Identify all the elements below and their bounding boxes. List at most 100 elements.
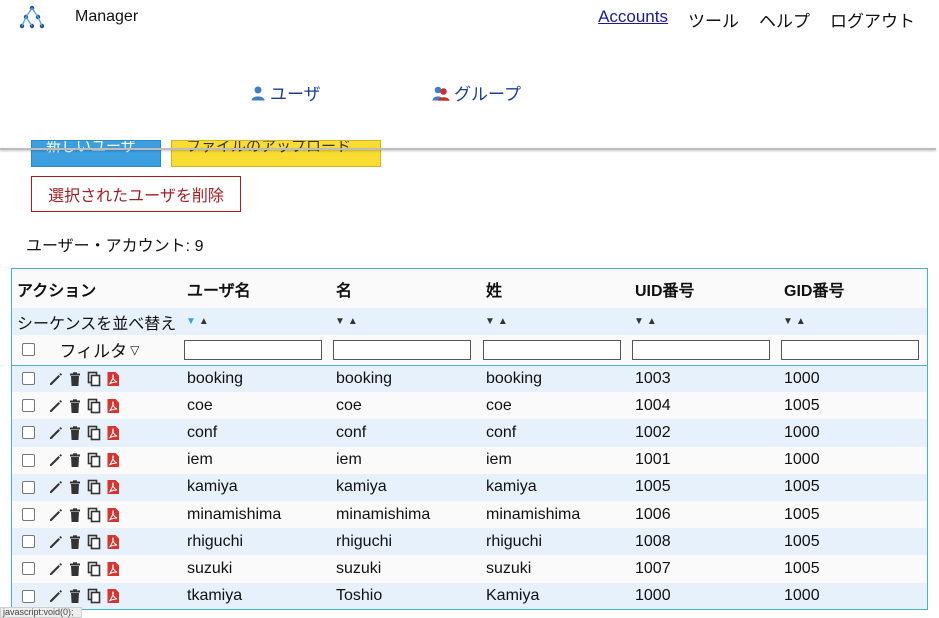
- copy-icon[interactable]: [86, 425, 102, 441]
- sort-asc-icon[interactable]: ▲: [498, 316, 511, 327]
- nav-tools-link[interactable]: ツール: [688, 7, 739, 32]
- sort-desc-icon[interactable]: ▼: [783, 316, 796, 327]
- logo-icon[interactable]: [19, 5, 45, 29]
- delete-selected-users-button[interactable]: 選択されたユーザを削除: [31, 176, 241, 212]
- pencil-icon[interactable]: [48, 534, 64, 550]
- sort-controls-last-name[interactable]: ▼▲: [481, 308, 630, 335]
- sort-asc-icon[interactable]: ▲: [796, 316, 809, 327]
- tab-users[interactable]: ユーザ: [250, 80, 321, 105]
- sort-controls-uid[interactable]: ▼▲: [630, 308, 779, 335]
- copy-icon[interactable]: [86, 398, 102, 414]
- pdf-icon[interactable]: [105, 398, 121, 414]
- sort-asc-icon[interactable]: ▲: [647, 316, 660, 327]
- pdf-icon[interactable]: [105, 452, 121, 468]
- trash-icon[interactable]: [67, 561, 83, 577]
- copy-icon[interactable]: [86, 479, 102, 495]
- pdf-icon[interactable]: [105, 588, 121, 604]
- copy-icon[interactable]: [86, 452, 102, 468]
- row-checkbox[interactable]: [22, 480, 35, 494]
- copy-icon[interactable]: [86, 371, 102, 387]
- pencil-icon[interactable]: [48, 479, 64, 495]
- table-row: kamiya kamiya kamiya 1005 1005: [12, 473, 927, 501]
- row-actions: [12, 561, 182, 577]
- row-checkbox[interactable]: [22, 508, 35, 522]
- nav-accounts-link[interactable]: Accounts: [598, 7, 668, 32]
- column-header-gid[interactable]: GID番号: [779, 269, 927, 308]
- pdf-icon[interactable]: [105, 371, 121, 387]
- select-all-checkbox[interactable]: [22, 343, 35, 357]
- pdf-icon[interactable]: [105, 507, 121, 523]
- trash-icon[interactable]: [67, 588, 83, 604]
- cell-first-name: rhiguchi: [336, 532, 393, 550]
- pencil-icon[interactable]: [48, 398, 64, 414]
- cell-username: conf: [187, 423, 218, 441]
- pdf-icon[interactable]: [105, 561, 121, 577]
- nav-help-link[interactable]: ヘルプ: [759, 7, 810, 32]
- pdf-icon[interactable]: [105, 534, 121, 550]
- row-checkbox[interactable]: [22, 372, 35, 386]
- column-header-first-name[interactable]: 名: [331, 269, 481, 308]
- cell-first-name: kamiya: [336, 478, 387, 496]
- sort-desc-icon[interactable]: ▼: [634, 316, 647, 327]
- cell-username: minamishima: [187, 505, 282, 523]
- filter-gid-input[interactable]: [781, 339, 919, 360]
- row-actions: [12, 371, 182, 387]
- trash-icon[interactable]: [67, 452, 83, 468]
- cell-last-name: Kamiya: [486, 587, 540, 605]
- copy-icon[interactable]: [86, 588, 102, 604]
- copy-icon[interactable]: [86, 507, 102, 523]
- nav-logout-link[interactable]: ログアウト: [830, 7, 915, 32]
- cell-uid: 1006: [635, 505, 671, 523]
- cell-last-name: minamishima: [486, 505, 581, 523]
- trash-icon[interactable]: [67, 425, 83, 441]
- filter-uid-input[interactable]: [632, 339, 770, 360]
- cell-last-name: rhiguchi: [486, 532, 543, 550]
- new-user-button[interactable]: 新しいユーザ: [31, 140, 161, 167]
- filter-triangle-icon[interactable]: ▽: [130, 343, 139, 357]
- sort-desc-icon[interactable]: ▼: [335, 316, 348, 327]
- table-row: coe coe coe 1004 1005: [12, 392, 927, 420]
- pdf-icon[interactable]: [105, 479, 121, 495]
- pencil-icon[interactable]: [48, 452, 64, 468]
- filter-username-input[interactable]: [184, 339, 322, 360]
- row-checkbox[interactable]: [22, 589, 35, 603]
- sort-asc-icon[interactable]: ▲: [199, 316, 212, 327]
- sort-controls-first-name[interactable]: ▼▲: [331, 308, 481, 335]
- tab-groups[interactable]: グループ: [432, 80, 521, 105]
- trash-icon[interactable]: [67, 479, 83, 495]
- cell-last-name: booking: [486, 369, 543, 387]
- sort-desc-icon[interactable]: ▼: [485, 316, 498, 327]
- filter-first-name-input[interactable]: [333, 339, 471, 360]
- trash-icon[interactable]: [67, 398, 83, 414]
- cell-first-name: coe: [336, 396, 362, 414]
- pencil-icon[interactable]: [48, 425, 64, 441]
- sort-controls-gid[interactable]: ▼▲: [779, 308, 927, 335]
- cell-username: coe: [187, 396, 213, 414]
- row-checkbox[interactable]: [22, 535, 35, 549]
- table-row: iem iem iem 1001 1000: [12, 446, 927, 474]
- account-count: ユーザー・アカウント: 9: [26, 238, 204, 255]
- row-checkbox[interactable]: [22, 399, 35, 413]
- copy-icon[interactable]: [86, 534, 102, 550]
- copy-icon[interactable]: [86, 561, 102, 577]
- trash-icon[interactable]: [67, 371, 83, 387]
- pencil-icon[interactable]: [48, 507, 64, 523]
- cell-uid: 1003: [635, 369, 671, 387]
- row-checkbox[interactable]: [22, 426, 35, 440]
- pencil-icon[interactable]: [48, 371, 64, 387]
- trash-icon[interactable]: [67, 534, 83, 550]
- row-checkbox[interactable]: [22, 562, 35, 576]
- sort-desc-icon[interactable]: ▼: [186, 316, 199, 327]
- column-header-username[interactable]: ユーザ名: [182, 269, 331, 308]
- column-header-uid[interactable]: UID番号: [630, 269, 779, 308]
- row-checkbox[interactable]: [22, 453, 35, 467]
- column-header-last-name[interactable]: 姓: [481, 269, 630, 308]
- sort-asc-icon[interactable]: ▲: [348, 316, 361, 327]
- pencil-icon[interactable]: [48, 588, 64, 604]
- pencil-icon[interactable]: [48, 561, 64, 577]
- filter-last-name-input[interactable]: [483, 339, 621, 360]
- trash-icon[interactable]: [67, 507, 83, 523]
- pdf-icon[interactable]: [105, 425, 121, 441]
- sort-controls-username[interactable]: ▼▲: [182, 308, 331, 335]
- file-upload-button[interactable]: ファイルのアップロード: [171, 140, 381, 167]
